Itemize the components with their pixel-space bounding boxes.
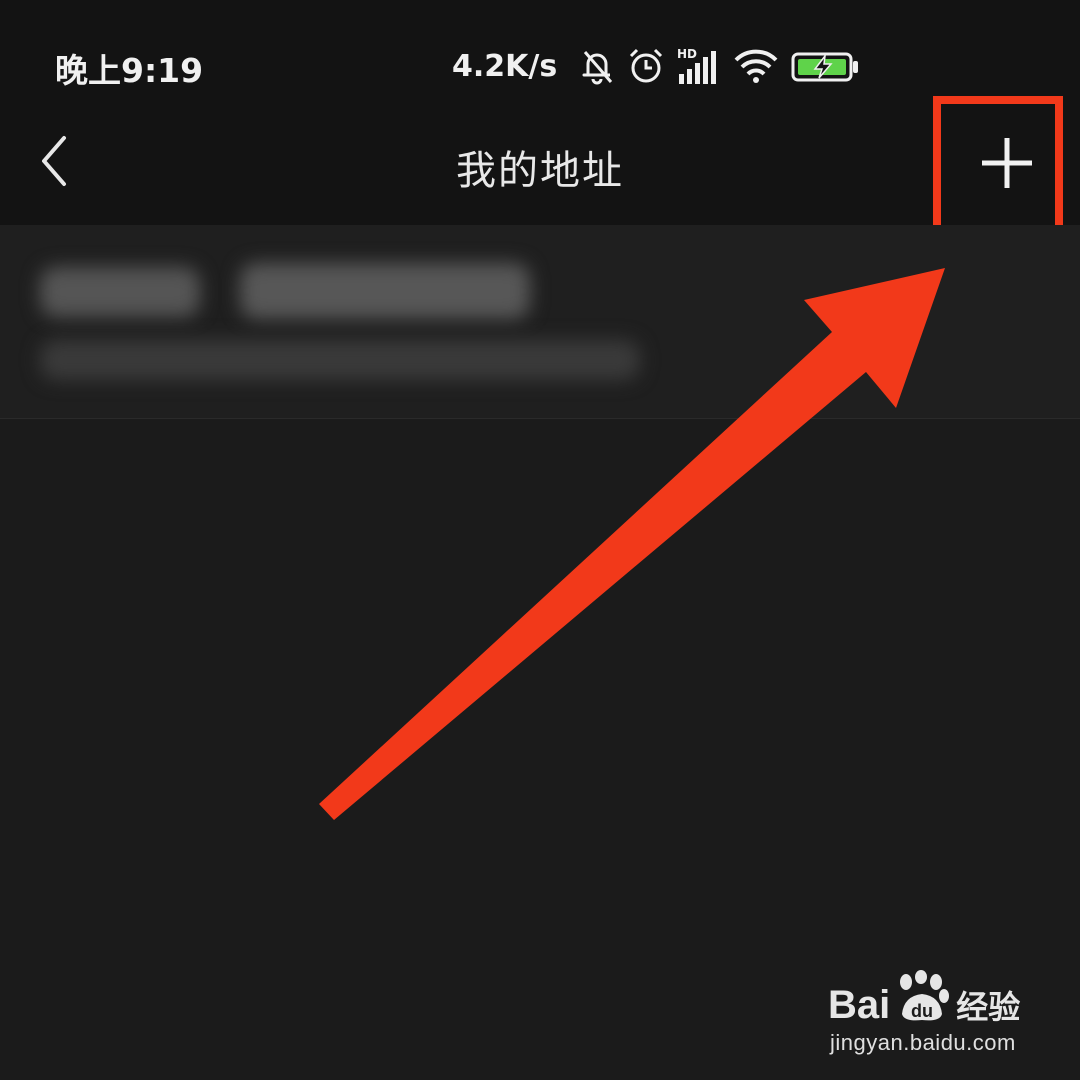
bell-off-icon [582, 51, 613, 85]
status-bar: 晚上9:19 4.2K/s HD [0, 0, 1080, 120]
signal-icon: HD [677, 47, 717, 84]
paw-icon: du [900, 970, 950, 1021]
watermark-brand-part2: du [911, 1001, 933, 1021]
baidu-watermark: Bai du 经验 jingyan.baidu.com [828, 962, 1028, 1058]
alarm-icon [630, 48, 663, 83]
address-name: ████ [40, 267, 200, 317]
status-indicators: 4.2K/s HD [452, 40, 861, 92]
watermark-logo: Bai du 经验 [828, 970, 1021, 1028]
add-address-button[interactable] [938, 101, 1052, 234]
address-phone: ███████████ [240, 263, 530, 319]
signal-label: HD [677, 47, 697, 61]
net-speed: 4.2K/s [452, 48, 558, 84]
page-title: 我的地址 [456, 148, 624, 194]
wifi-icon [734, 49, 778, 83]
battery-charging-icon [791, 52, 859, 82]
address-list-item[interactable]: ████ ███████████ ███████████████████████… [0, 225, 1080, 419]
watermark-brand-part1: Bai [828, 982, 891, 1027]
plus-icon [982, 138, 1032, 188]
watermark-product: 经验 [956, 988, 1021, 1026]
address-detail: ████████████████████████ [40, 340, 640, 380]
watermark-url: jingyan.baidu.com [830, 1030, 1016, 1055]
status-time: 晚上9:19 [55, 51, 204, 90]
